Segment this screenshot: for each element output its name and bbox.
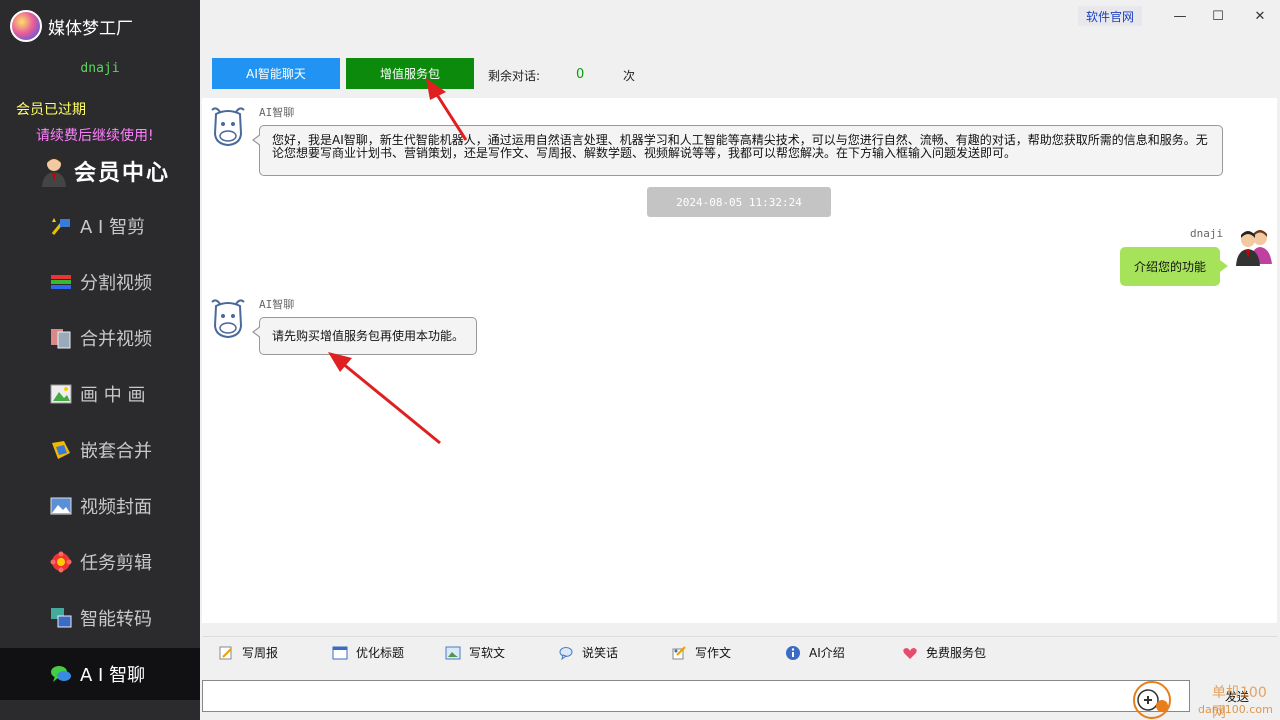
- sidebar-item-label: 合并视频: [80, 329, 152, 350]
- sidebar-item-label: 分割视频: [80, 273, 152, 294]
- soft-article-icon: [445, 646, 461, 659]
- quick-action-label: 说笑话: [582, 646, 619, 660]
- sidebar-item-nested-merge[interactable]: 嵌套合并: [0, 424, 200, 476]
- picture-in-picture-icon: [50, 384, 72, 404]
- sidebar-item-video-cover[interactable]: 视频封面: [0, 480, 200, 532]
- sidebar-item-label: 任务剪辑: [80, 553, 152, 574]
- message-text: 请先购买增值服务包再使用本功能。: [272, 328, 465, 343]
- value-pack-button[interactable]: 增值服务包: [346, 58, 474, 89]
- message-text-line: 论您想要写商业计划书、营销策划，还是写作文、写周报、解数学题、视频解说等等，我都…: [272, 146, 1017, 160]
- remaining-unit: 次: [623, 69, 636, 83]
- sidebar-item-label: 智能转码: [80, 609, 152, 630]
- quick-action-label: 写软文: [469, 646, 506, 660]
- weekly-report-icon: [219, 646, 232, 659]
- app-logo-icon: [10, 10, 42, 42]
- close-button[interactable]: ✕: [1246, 6, 1274, 26]
- sidebar-item-task-edit[interactable]: 任务剪辑: [0, 536, 200, 588]
- sidebar-item-smart-transcode[interactable]: 智能转码: [0, 592, 200, 644]
- sidebar-item-ai-cut[interactable]: A I 智剪: [0, 200, 200, 252]
- quick-action-essay[interactable]: 写作文: [671, 644, 731, 661]
- sidebar-item-label: A I 智聊: [80, 665, 146, 686]
- remaining-count: 0: [576, 67, 585, 82]
- chat-area: AI智聊 您好，我是AI智聊，新生代智能机器人，通过运用自然语言处理、机器学习和…: [202, 98, 1277, 623]
- ai-avatar-icon: [211, 299, 245, 339]
- quick-action-free-pack[interactable]: 免费服务包: [902, 644, 986, 661]
- sidebar-item-picture-in-picture[interactable]: 画 中 画: [0, 368, 200, 420]
- sidebar: 媒体梦工厂 dnaji 会员已过期 请续费后继续使用! 会员中心 A I 智剪 …: [0, 0, 200, 720]
- app-name: 媒体梦工厂: [48, 18, 133, 39]
- website-button[interactable]: 软件官网: [1078, 6, 1142, 26]
- quick-action-label: 写周报: [242, 646, 279, 660]
- message-timestamp: 2024-08-05 11:32:24: [647, 187, 831, 217]
- user-avatar-icon: [1236, 230, 1272, 266]
- username: dnaji: [80, 61, 120, 76]
- remaining-label: 剩余对话:: [488, 69, 541, 83]
- renew-note[interactable]: 请续费后继续使用!: [36, 125, 154, 145]
- sidebar-item-merge-video[interactable]: 合并视频: [0, 312, 200, 364]
- ai-message-bubble: 您好，我是AI智聊，新生代智能机器人，通过运用自然语言处理、机器学习和人工智能等…: [252, 125, 1223, 176]
- quick-action-optimize-title[interactable]: 优化标题: [332, 644, 404, 661]
- smart-transcode-icon: [51, 608, 72, 628]
- video-cover-icon: [50, 497, 72, 515]
- quick-action-weekly-report[interactable]: 写周报: [218, 644, 278, 661]
- sidebar-item-label: 嵌套合并: [80, 441, 152, 462]
- sidebar-item-label: 视频封面: [80, 497, 152, 518]
- optimize-title-icon: [332, 646, 348, 659]
- merge-video-icon: [51, 329, 71, 349]
- quick-action-bar: 写周报 优化标题 写软文 说笑话 写作文 AI介绍 免费服务包: [202, 636, 1277, 668]
- message-sender: AI智聊: [259, 298, 295, 311]
- member-center-button[interactable]: 会员中心: [40, 155, 170, 187]
- heart-icon: [903, 647, 917, 659]
- sidebar-item-label: 画 中 画: [80, 385, 146, 406]
- split-video-icon: [51, 275, 71, 289]
- app-brand: 媒体梦工厂: [10, 8, 133, 44]
- member-status: 会员已过期: [16, 102, 86, 118]
- message-input[interactable]: [202, 680, 1190, 712]
- watermark-url: danji100.com: [1198, 703, 1273, 716]
- essay-icon: [672, 645, 686, 659]
- ai-cut-icon: [51, 218, 70, 235]
- user-message-bubble: 介绍您的功能: [1120, 247, 1229, 286]
- message-text: 介绍您的功能: [1134, 260, 1207, 274]
- quick-action-soft-article[interactable]: 写软文: [445, 644, 505, 661]
- quick-action-label: AI介绍: [809, 646, 845, 660]
- ai-message-bubble: 请先购买增值服务包再使用本功能。: [251, 317, 478, 355]
- quick-action-ai-intro[interactable]: AI介绍: [785, 644, 845, 661]
- quick-action-label: 免费服务包: [926, 646, 987, 660]
- minimize-button[interactable]: —: [1166, 6, 1194, 26]
- task-edit-icon: [50, 551, 72, 573]
- watermark-logo-icon: [1133, 681, 1171, 719]
- quick-action-joke[interactable]: 说笑话: [558, 644, 618, 661]
- member-center-label: 会员中心: [74, 160, 171, 186]
- quick-action-label: 优化标题: [356, 646, 405, 660]
- message-sender: dnaji: [1190, 227, 1224, 240]
- quick-action-label: 写作文: [695, 646, 732, 660]
- sidebar-item-split-video[interactable]: 分割视频: [0, 256, 200, 308]
- member-avatar-icon: [42, 156, 66, 187]
- sidebar-item-ai-chat[interactable]: A I 智聊: [0, 648, 200, 700]
- sidebar-item-label: A I 智剪: [80, 217, 146, 238]
- ai-avatar-icon: [211, 107, 245, 147]
- nested-merge-icon: [52, 441, 70, 459]
- ai-chat-icon: [51, 666, 71, 682]
- message-sender: AI智聊: [259, 106, 295, 119]
- joke-icon: [559, 646, 573, 660]
- info-icon: [786, 645, 800, 660]
- maximize-button[interactable]: ☐: [1204, 6, 1232, 26]
- tab-ai-chat[interactable]: AI智能聊天: [212, 58, 340, 89]
